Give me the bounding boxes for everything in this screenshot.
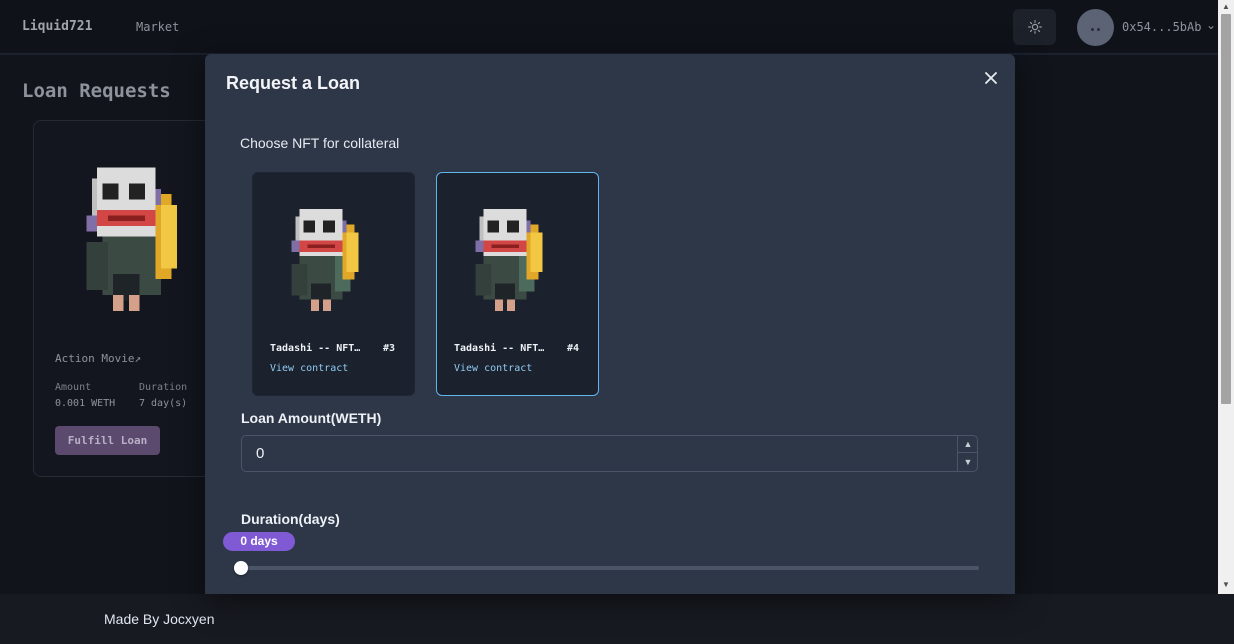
scrollbar-thumb[interactable]: [1221, 14, 1231, 404]
sun-icon: [1027, 20, 1042, 34]
modal-title: Request a Loan: [226, 73, 361, 93]
duration-value-badge: 0 days: [223, 532, 295, 551]
external-link-icon[interactable]: ↗: [134, 352, 141, 365]
request-loan-modal: Request a Loan Choose NFT for collateral…: [205, 54, 1015, 594]
wallet-avatar[interactable]: [1077, 9, 1114, 46]
navbar: Liquid721 Market 0x54...5bAb ⌄: [0, 0, 1218, 54]
footer-credit: Made By Jocxyen: [104, 611, 215, 627]
duration-label: Duration(days): [241, 511, 340, 527]
footer: Made By Jocxyen: [0, 594, 1234, 644]
theme-toggle-button[interactable]: [1013, 9, 1056, 45]
nft-name: Tadashi -- NFT…: [270, 343, 361, 354]
scroll-down-arrow-icon[interactable]: ▼: [1218, 580, 1234, 589]
loan-request-card: Action Movie↗ Amount Duration 0.001 WETH…: [33, 120, 223, 477]
amount-label: Amount: [55, 382, 92, 393]
decrement-icon[interactable]: ▼: [958, 453, 978, 470]
nft-option-card[interactable]: Tadashi -- NFT… #4 View contract: [436, 172, 599, 396]
choose-nft-label: Choose NFT for collateral: [240, 135, 400, 151]
close-icon: [985, 72, 997, 84]
nft-option-card[interactable]: Tadashi -- NFT… #3 View contract: [252, 172, 415, 396]
close-button[interactable]: [979, 66, 1003, 90]
scroll-up-arrow-icon[interactable]: ▲: [1218, 2, 1234, 11]
nft-name[interactable]: Action Movie↗: [55, 352, 141, 365]
duration-label: Duration: [139, 382, 188, 393]
nft-artwork: [86, 167, 177, 312]
duration-value: 7 day(s): [139, 398, 188, 409]
duration-slider-track[interactable]: [241, 566, 979, 570]
amount-value: 0.001 WETH: [55, 398, 116, 409]
loan-amount-label: Loan Amount(WETH): [241, 410, 382, 426]
nft-token-id: #4: [567, 343, 580, 354]
view-contract-link[interactable]: View contract: [270, 363, 348, 374]
duration-slider-thumb[interactable]: [234, 561, 248, 575]
number-stepper: ▲ ▼: [957, 436, 978, 471]
fulfill-loan-button[interactable]: Fulfill Loan: [55, 426, 160, 455]
nft-artwork: [475, 208, 543, 312]
nav-link-market[interactable]: Market: [136, 20, 179, 34]
brand-logo[interactable]: Liquid721: [22, 19, 92, 34]
chevron-down-icon[interactable]: ⌄: [1206, 18, 1216, 32]
view-contract-link[interactable]: View contract: [454, 363, 532, 374]
page-title: Loan Requests: [22, 80, 171, 102]
nft-token-id: #3: [383, 343, 396, 354]
page-scrollbar[interactable]: ▲ ▼: [1218, 0, 1234, 594]
loan-amount-field: ▲ ▼: [241, 435, 978, 472]
nft-artwork: [291, 208, 359, 312]
loan-amount-input[interactable]: [242, 436, 954, 471]
nft-name: Tadashi -- NFT…: [454, 343, 545, 354]
wallet-address[interactable]: 0x54...5bAb: [1122, 20, 1201, 34]
increment-icon[interactable]: ▲: [958, 436, 978, 453]
